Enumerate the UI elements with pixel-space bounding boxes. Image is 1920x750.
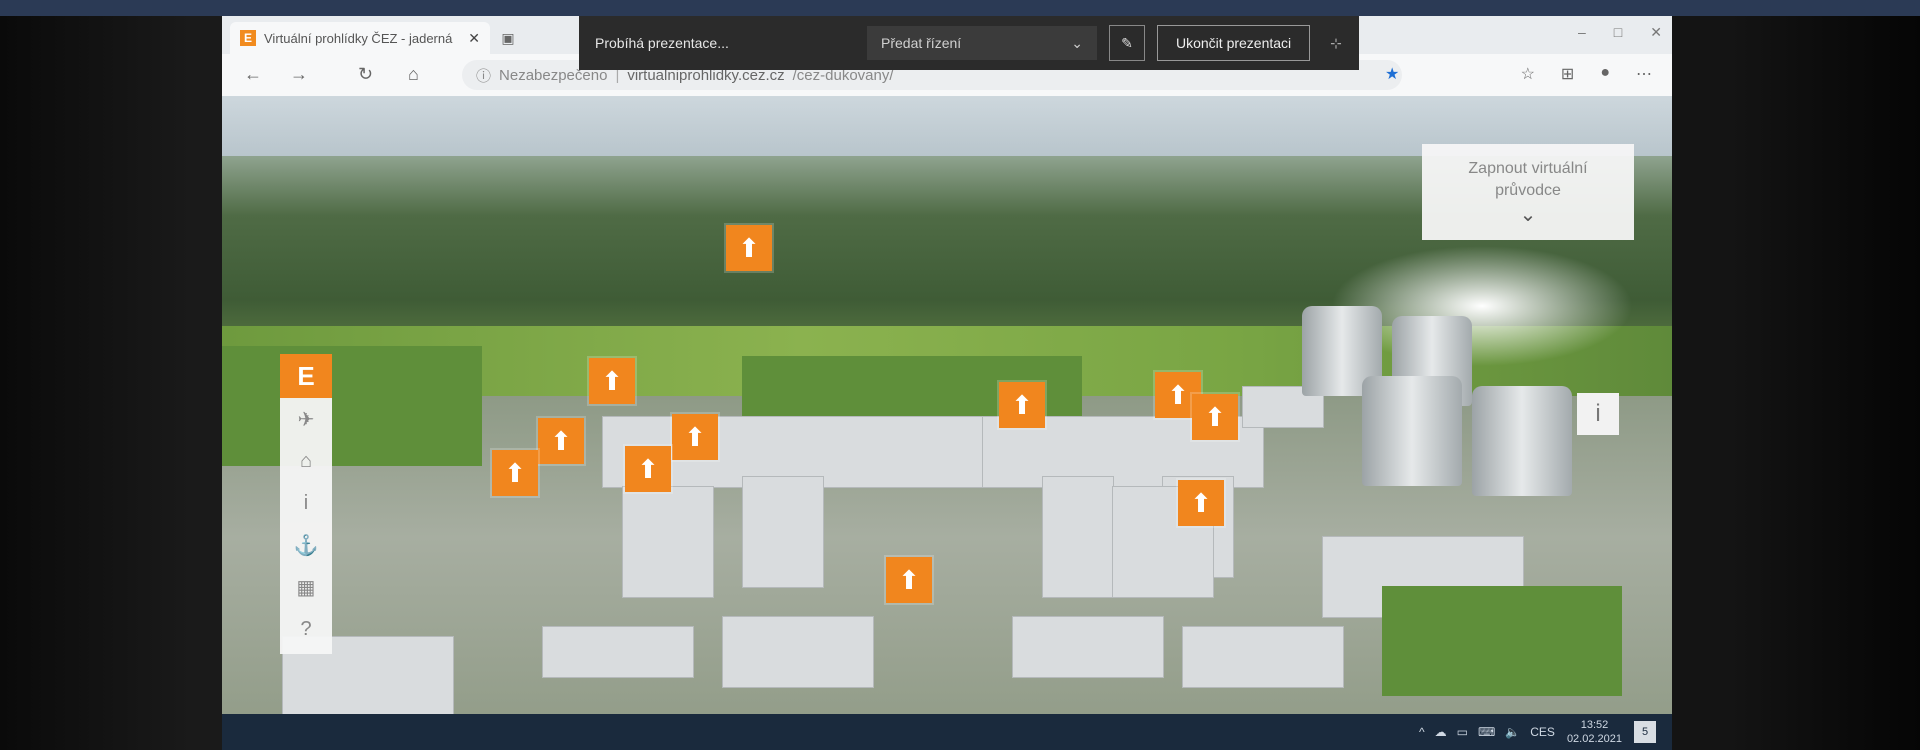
- chevron-down-icon: ⌄: [1519, 204, 1537, 226]
- cooling-tower: [1472, 386, 1572, 496]
- building: [1182, 626, 1344, 688]
- system-tray: ^ ☁ ▭ ⌨ 🔈 CES: [1419, 725, 1555, 739]
- home-icon[interactable]: ⌂: [408, 64, 419, 85]
- help-icon[interactable]: ?: [280, 608, 332, 650]
- favorites-icon[interactable]: ☆: [1521, 64, 1535, 84]
- presentation-bar: Probíhá prezentace... Předat řízení ⌄ ✎ …: [579, 16, 1359, 70]
- second-tab-icon[interactable]: ▣: [492, 24, 524, 52]
- browser-toolbar-icons: ☆ ⊞ ● ⋯: [1521, 64, 1652, 84]
- handover-control-select[interactable]: Předat řízení ⌄: [867, 26, 1097, 60]
- building: [742, 476, 824, 588]
- more-icon[interactable]: ⋯: [1636, 64, 1652, 84]
- info-icon[interactable]: i: [280, 482, 332, 524]
- clock-date: 02.02.2021: [1566, 733, 1622, 745]
- grid-icon[interactable]: ▦: [280, 566, 332, 608]
- virtual-guide-toggle[interactable]: Zapnout virtuální průvodce ⌄: [1422, 144, 1634, 240]
- language-indicator[interactable]: CES: [1530, 725, 1555, 739]
- pin-icon[interactable]: ⊹: [1330, 35, 1342, 52]
- collections-icon[interactable]: ⊞: [1561, 64, 1574, 84]
- tab-close-icon[interactable]: ✕: [468, 30, 480, 47]
- browser-tab[interactable]: E Virtuální prohlídky ČEZ - jaderná ✕: [230, 22, 490, 54]
- handover-control-label: Předat řízení: [881, 35, 962, 51]
- minimize-icon[interactable]: –: [1578, 24, 1586, 41]
- presentation-status: Probíhá prezentace...: [595, 35, 729, 51]
- grass-patch: [222, 346, 482, 466]
- hotspot-arrow-icon[interactable]: ⬆: [589, 358, 635, 404]
- cez-favicon-icon: E: [240, 30, 256, 46]
- building: [722, 616, 874, 688]
- building: [1012, 616, 1164, 678]
- hotspot-arrow-icon[interactable]: ⬆: [625, 446, 671, 492]
- grass-patch: [1382, 586, 1622, 696]
- chevron-up-icon[interactable]: ^: [1419, 725, 1425, 739]
- hotspot-arrow-icon[interactable]: ⬆: [726, 225, 772, 271]
- guide-label-line2: průvodce: [1495, 182, 1561, 199]
- anchor-icon[interactable]: ⚓: [280, 524, 332, 566]
- taskbar: ^ ☁ ▭ ⌨ 🔈 CES 13:52 02.02.2021 5: [222, 714, 1672, 750]
- info-button[interactable]: i: [1577, 393, 1619, 435]
- close-window-icon[interactable]: ✕: [1650, 24, 1662, 41]
- window-controls: – □ ✕: [1578, 24, 1662, 41]
- onedrive-icon[interactable]: ☁: [1435, 725, 1447, 739]
- network-icon[interactable]: ⌨: [1478, 725, 1495, 739]
- plane-icon[interactable]: ✈: [280, 398, 332, 440]
- hotspot-arrow-icon[interactable]: ⬆: [886, 557, 932, 603]
- stop-pointer-button[interactable]: ✎: [1109, 25, 1145, 61]
- screen: E Virtuální prohlídky ČEZ - jaderná ✕ ▣ …: [222, 16, 1672, 750]
- clock[interactable]: 13:52 02.02.2021: [1567, 718, 1622, 746]
- maximize-icon[interactable]: □: [1614, 24, 1622, 41]
- refresh-icon[interactable]: ↻: [358, 64, 373, 85]
- tab-title: Virtuální prohlídky ČEZ - jaderná: [264, 30, 453, 46]
- home-icon[interactable]: ⌂: [280, 440, 332, 482]
- top-notification-strip: [0, 0, 1920, 16]
- clock-time: 13:52: [1580, 719, 1609, 731]
- chevron-down-icon: ⌄: [1071, 34, 1083, 51]
- hotspot-arrow-icon[interactable]: ⬆: [672, 414, 718, 460]
- hotspot-arrow-icon[interactable]: ⬆: [1178, 480, 1224, 526]
- tour-sidebar: E ✈ ⌂ i ⚓ ▦ ?: [280, 354, 332, 654]
- back-icon[interactable]: ←: [244, 64, 262, 85]
- end-presentation-button[interactable]: Ukončit prezentaci: [1157, 25, 1311, 61]
- guide-label-line1: Zapnout virtuální: [1468, 160, 1588, 177]
- notification-center-icon[interactable]: 5: [1634, 721, 1656, 743]
- virtual-tour-scene[interactable]: ⬆ ⬆ ⬆ ⬆ ⬆ ⬆ ⬆ ⬆ ⬆ ⬆ ⬆ Zapnout virtuální …: [222, 96, 1672, 750]
- building: [1042, 476, 1114, 598]
- building: [542, 626, 694, 678]
- info-circle-icon: ⓘ: [476, 67, 492, 85]
- cez-logo[interactable]: E: [280, 354, 332, 398]
- forward-icon[interactable]: →: [290, 64, 308, 85]
- favorite-star-icon[interactable]: ★: [1385, 64, 1399, 84]
- hotspot-arrow-icon[interactable]: ⬆: [999, 382, 1045, 428]
- hotspot-arrow-icon[interactable]: ⬆: [1192, 394, 1238, 440]
- cooling-tower: [1362, 376, 1462, 486]
- hotspot-arrow-icon[interactable]: ⬆: [492, 450, 538, 496]
- building: [622, 486, 714, 598]
- pen-slash-icon: ✎: [1121, 34, 1133, 51]
- profile-icon[interactable]: ●: [1600, 64, 1610, 84]
- battery-icon[interactable]: ▭: [1457, 725, 1468, 739]
- hotspot-arrow-icon[interactable]: ⬆: [538, 418, 584, 464]
- volume-icon[interactable]: 🔈: [1505, 725, 1520, 739]
